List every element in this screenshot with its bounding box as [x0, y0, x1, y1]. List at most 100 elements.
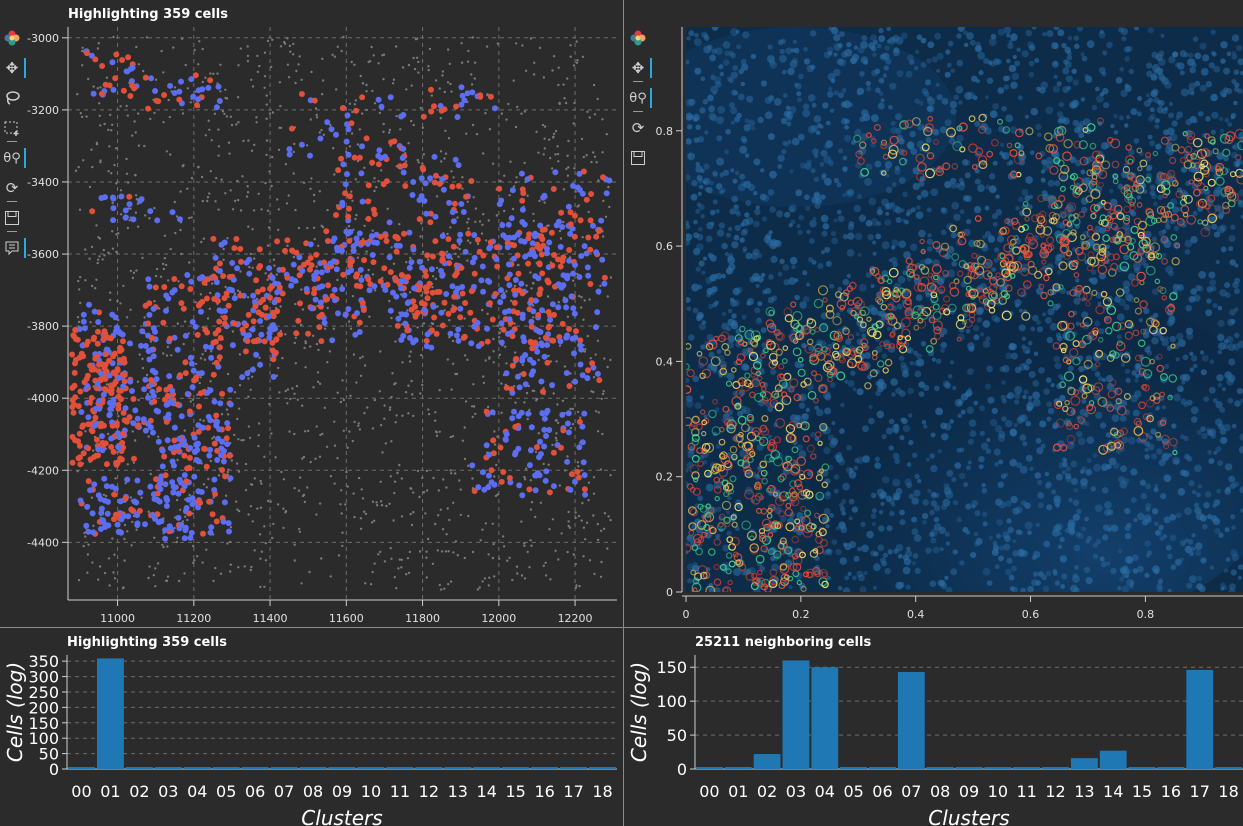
highlighted-point-blue [176, 476, 183, 483]
highlighted-point-red [519, 197, 526, 204]
background-point [176, 322, 179, 325]
nucleus [847, 232, 855, 240]
nucleus [874, 456, 880, 462]
highlighted-point-blue [104, 510, 111, 517]
highlighted-point-blue [584, 264, 591, 271]
nucleus [810, 431, 816, 438]
highlighted-point-red [533, 444, 540, 451]
background-point [116, 299, 119, 303]
background-point [289, 50, 292, 53]
background-point [557, 558, 560, 561]
highlighted-point-red [525, 260, 532, 267]
highlighted-point-blue [521, 238, 528, 245]
nucleus [1090, 277, 1098, 285]
highlighted-point-blue [148, 75, 155, 82]
background-point [371, 500, 375, 503]
highlighted-point-red [194, 331, 201, 338]
nucleus [882, 552, 888, 558]
nucleus [916, 34, 923, 40]
highlighted-point-red [213, 412, 220, 419]
background-point [125, 157, 128, 161]
highlighted-point-blue [543, 468, 550, 475]
background-point [165, 354, 169, 357]
highlighted-point-blue [189, 384, 196, 391]
tissue-image[interactable] [686, 27, 1243, 592]
background-point [226, 237, 229, 240]
background-point [315, 513, 318, 516]
background-point [169, 153, 172, 156]
background-point [217, 154, 220, 157]
background-point [608, 205, 611, 209]
highlighted-point-blue [98, 370, 105, 377]
nucleus [1154, 118, 1160, 124]
background-point [182, 342, 185, 346]
highlighted-point-blue [116, 434, 123, 441]
background-point [488, 576, 491, 579]
background-point [308, 570, 311, 574]
highlighted-point-blue [321, 319, 328, 326]
background-point [370, 45, 373, 49]
background-point [593, 113, 597, 116]
highlighted-point-red [111, 491, 118, 498]
bokeh-logo-icon[interactable] [627, 27, 649, 49]
highlighted-point-blue [227, 386, 234, 393]
nucleus [1023, 389, 1029, 395]
highlighted-point-blue [83, 522, 90, 529]
highlighted-point-red [148, 377, 155, 383]
background-point [91, 449, 95, 452]
highlighted-point-red [318, 311, 325, 318]
highlighted-point-blue [590, 222, 596, 229]
background-point [444, 152, 448, 155]
nucleus [925, 292, 931, 298]
scatter-plot[interactable]: 11000 11200 11400 11600 11800 12000 12200-3000… [0, 0, 623, 627]
highlighted-point-blue [530, 359, 537, 366]
nucleus [982, 340, 991, 348]
nucleus [872, 240, 877, 245]
nucleus [984, 205, 990, 211]
pan-icon[interactable]: ✥ [627, 57, 652, 79]
nucleus [848, 498, 855, 505]
highlighted-point-red [181, 452, 188, 459]
background-point [377, 180, 380, 183]
background-point [248, 436, 252, 440]
wheel-zoom-icon[interactable]: θ⚲ [627, 81, 652, 109]
nucleus [876, 43, 882, 49]
nucleus [974, 120, 981, 127]
background-point [596, 522, 599, 526]
background-point [526, 417, 529, 421]
background-point [565, 167, 568, 171]
background-point [256, 507, 259, 510]
highlighted-point-red [225, 425, 232, 432]
background-point [248, 265, 251, 269]
nucleus [744, 212, 750, 218]
background-point [110, 172, 113, 175]
background-point [530, 544, 533, 547]
background-point [272, 258, 276, 261]
highlighted-point-red [318, 338, 325, 345]
highlighted-point-blue [339, 202, 346, 209]
nucleus [1002, 364, 1010, 373]
background-point [291, 387, 294, 390]
background-point [336, 456, 339, 460]
background-point [479, 539, 482, 542]
highlighted-point-blue [152, 369, 159, 376]
background-point [129, 496, 132, 499]
highlighted-point-blue [303, 285, 310, 292]
background-point [247, 225, 250, 228]
background-point [223, 112, 226, 116]
highlighted-point-blue [229, 260, 236, 266]
highlighted-point-red [69, 459, 76, 466]
background-point [183, 320, 187, 323]
highlighted-point-blue [460, 209, 467, 215]
background-point [354, 217, 357, 221]
highlighted-point-blue [170, 462, 177, 469]
nucleus [873, 563, 881, 572]
highlighted-point-red [474, 236, 481, 243]
reset-icon[interactable]: ⟳ [627, 111, 649, 139]
nucleus [1189, 367, 1195, 373]
nucleus [979, 430, 985, 436]
save-icon[interactable] [627, 147, 649, 169]
highlighted-point-blue [86, 301, 92, 308]
background-point [260, 482, 263, 485]
nucleus [1014, 386, 1023, 394]
